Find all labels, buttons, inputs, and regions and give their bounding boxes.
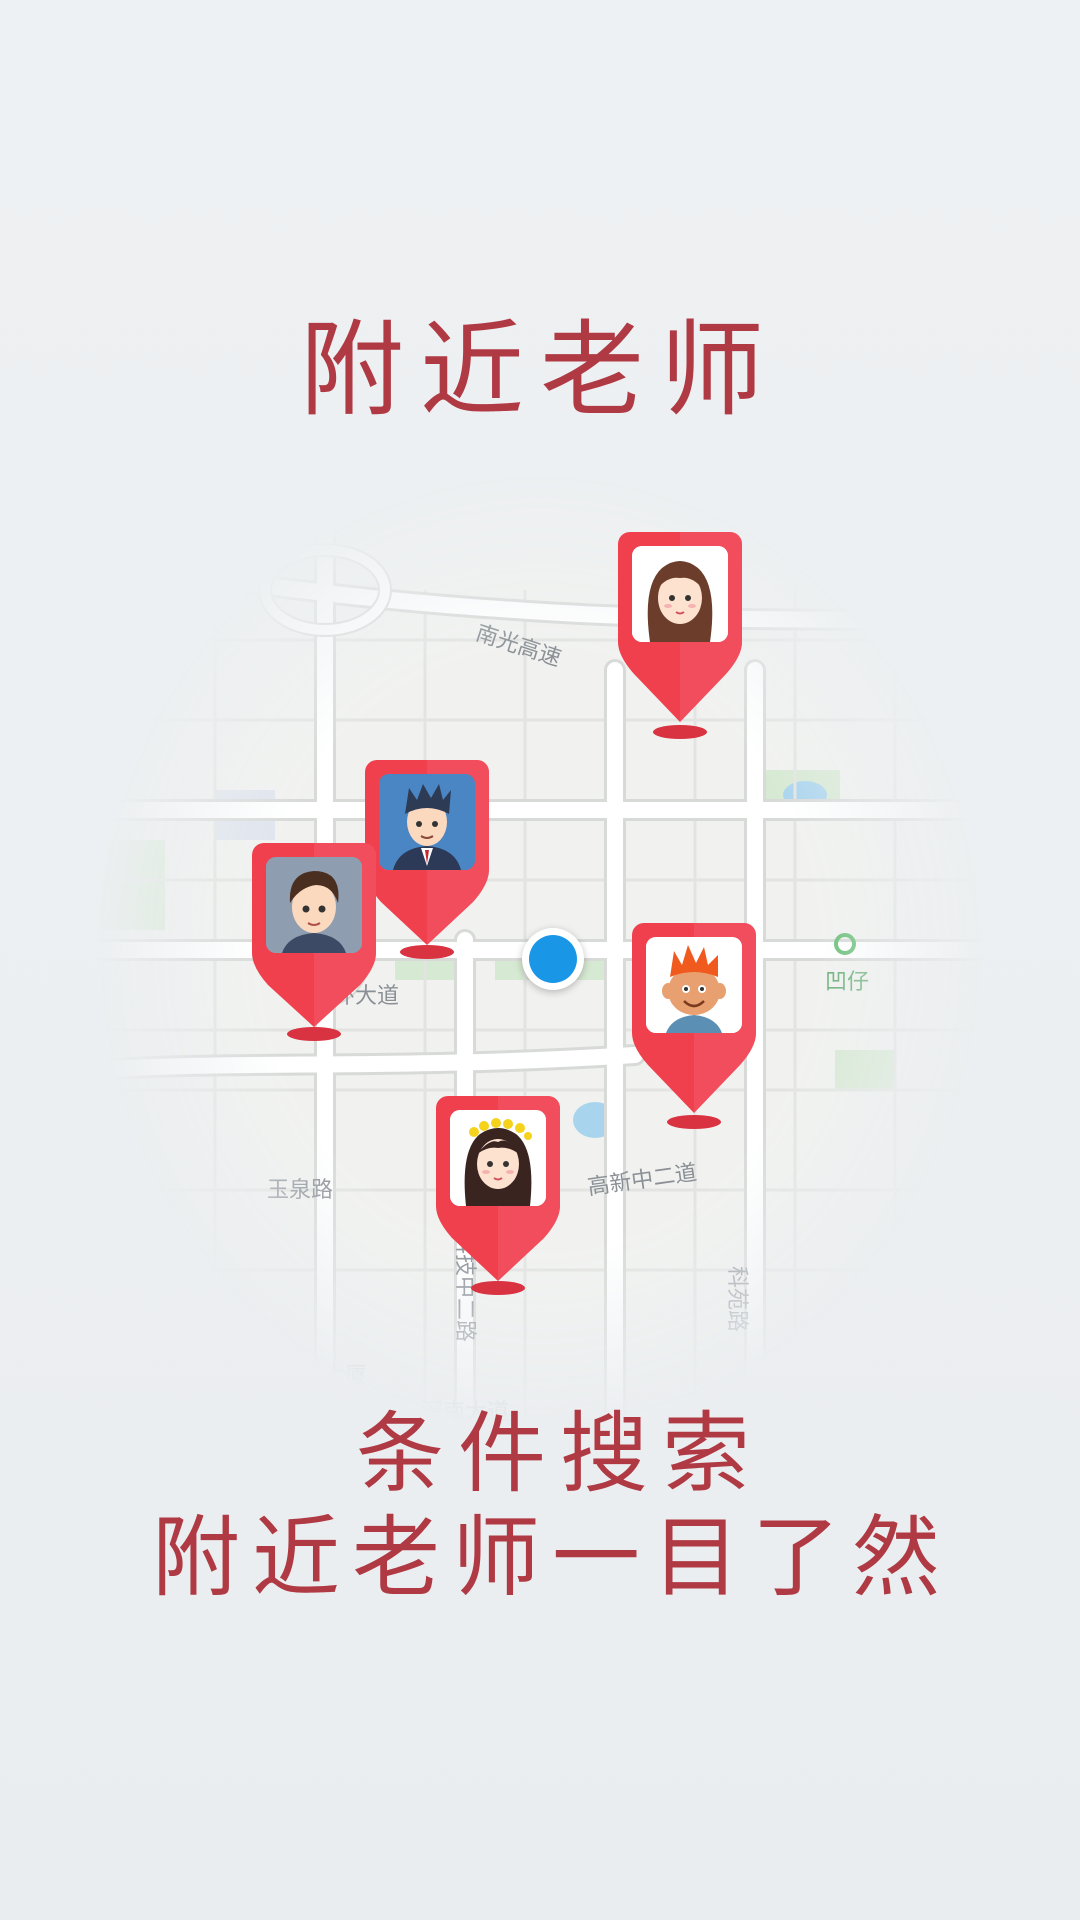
- avatar-male-brown-hair: [266, 857, 362, 953]
- avatar-boy-orange-hair: [646, 937, 742, 1033]
- map-label-keyuan-road: 科苑路: [724, 1266, 749, 1333]
- teacher-pin-1[interactable]: [618, 532, 742, 742]
- current-location-marker[interactable]: [522, 928, 584, 990]
- avatar-female-long-hair: [632, 546, 728, 642]
- avatar-female-flower-crown: [450, 1110, 546, 1206]
- teacher-pin-4[interactable]: [632, 923, 756, 1133]
- teacher-pin-5[interactable]: [436, 1096, 560, 1306]
- subtitle-condition-search: 条件搜索: [355, 1402, 764, 1505]
- subtitle-nearby-teachers-glance: 附近老师一目了然: [151, 1506, 952, 1609]
- map-label-tech-building: 讯达科技大厦: [235, 1364, 368, 1389]
- avatar-male-suit: [379, 774, 475, 870]
- location-dot-icon: [529, 935, 577, 983]
- map-label-keji-road: 科技路: [856, 1280, 881, 1347]
- teacher-pin-2[interactable]: [365, 760, 489, 970]
- page-title: 附近老师: [299, 309, 780, 431]
- map-label-aozai: 凹仔: [825, 970, 870, 995]
- teacher-pin-3[interactable]: [252, 843, 376, 1053]
- map-label-yuquan-road: 玉泉路: [267, 1178, 334, 1203]
